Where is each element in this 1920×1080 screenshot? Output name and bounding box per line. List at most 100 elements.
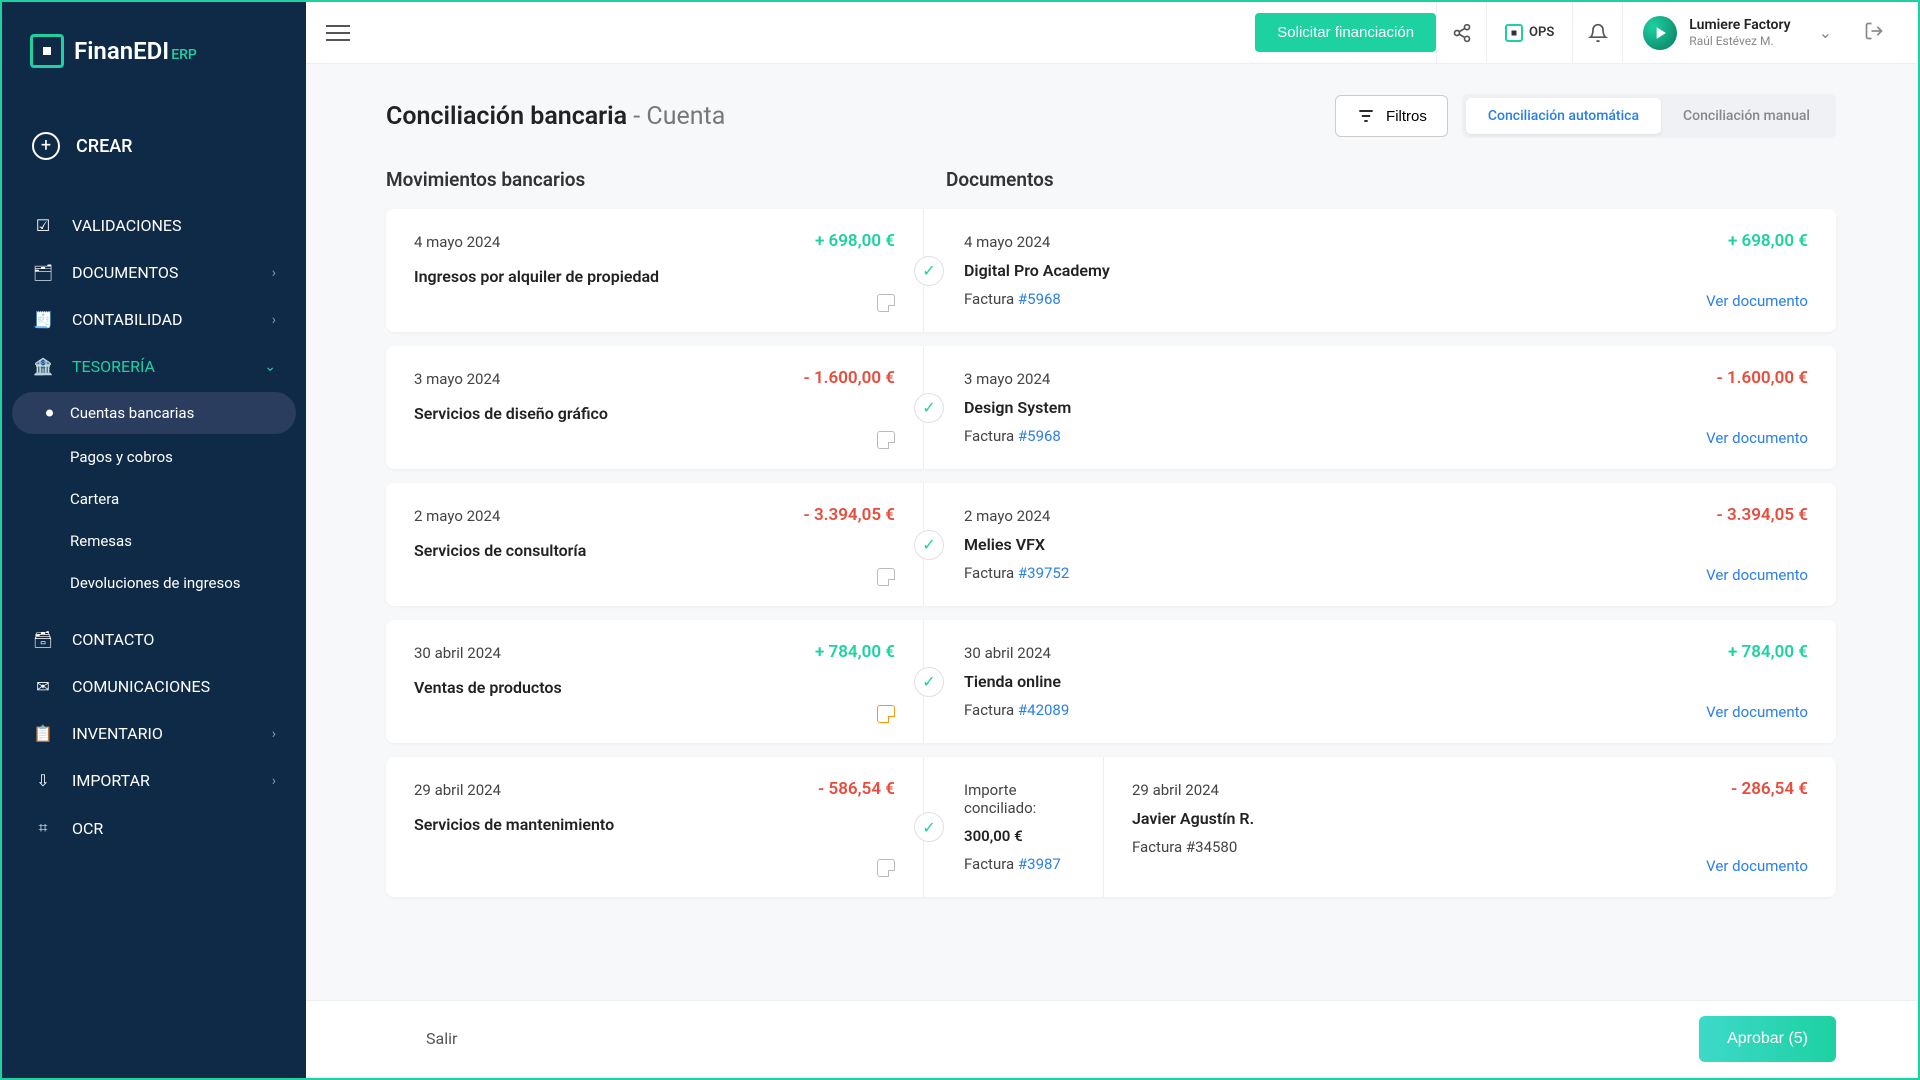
document-invoice: Factura #5968 [964,290,1808,308]
nav-contacto[interactable]: 🗃 CONTACTO [2,616,306,663]
document-vendor: Tienda online [964,672,1808,691]
note-icon[interactable] [877,859,895,877]
document-cell: 30 abril 2024 Tienda online Factura #420… [924,620,1836,743]
document-amount: + 784,00 € [1728,642,1808,662]
nav-validaciones[interactable]: ☑ VALIDACIONES [2,202,306,249]
match-check-icon[interactable]: ✓ [914,530,944,560]
document-invoice: Factura #3987 [964,855,1085,873]
nav-ocr[interactable]: ⌗ OCR [2,804,306,852]
sub-cartera[interactable]: Cartera [2,478,306,520]
toggle-manual[interactable]: Conciliación manual [1661,98,1832,134]
nav-comunicaciones[interactable]: ✉ COMUNICACIONES [2,663,306,710]
avatar-icon [1643,16,1677,50]
reconciliation-row[interactable]: 4 mayo 2024 Ingresos por alquiler de pro… [386,209,1836,332]
movement-amount: - 586,54 € [818,779,895,799]
document-cell: 4 mayo 2024 Digital Pro Academy Factura … [924,209,1836,332]
approve-button[interactable]: Aprobar (5) [1699,1016,1836,1062]
ocr-icon: ⌗ [32,818,54,838]
nav-tesoreria[interactable]: 🏦 TESORERÍA ⌄ [2,343,306,390]
notifications-icon[interactable] [1572,2,1622,64]
share-icon[interactable] [1436,2,1486,64]
document-vendor: Design System [964,398,1808,417]
accounting-icon: 🧾 [32,310,54,329]
sub-devoluciones[interactable]: Devoluciones de ingresos [2,562,306,604]
chevron-right-icon: › [272,726,276,742]
plus-icon: + [32,132,60,160]
document-cell: 3 mayo 2024 Design System Factura #5968 … [924,346,1836,469]
footer-bar: Salir Aprobar (5) [306,1000,1916,1076]
nav-documentos[interactable]: 🗂 DOCUMENTOS › [2,249,306,296]
bank-icon: 🏦 [32,357,54,376]
reconciliation-row[interactable]: 3 mayo 2024 Servicios de diseño gráfico … [386,346,1836,469]
movement-amount: + 784,00 € [815,642,895,662]
logo-text: FinanEDI [74,37,169,65]
nav-contabilidad[interactable]: 🧾 CONTABILIDAD › [2,296,306,343]
view-document-link[interactable]: Ver documento [1706,857,1808,875]
user-menu[interactable]: Lumiere Factory Raúl Estévez M. ⌄ [1622,2,1852,64]
note-icon[interactable] [877,705,895,723]
movement-cell: 29 abril 2024 Servicios de mantenimiento… [386,757,924,897]
document-vendor: Melies VFX [964,535,1808,554]
movement-description: Servicios de consultoría [414,541,895,560]
document-date: 4 mayo 2024 [964,233,1808,251]
nav-inventario[interactable]: 📋 INVENTARIO › [2,710,306,757]
logo[interactable]: FinanEDIERP [2,26,306,96]
chevron-down-icon: ⌄ [1819,23,1832,42]
create-label: CREAR [76,136,133,157]
invoice-link[interactable]: #5968 [1018,427,1061,445]
import-icon: ⇩ [32,771,54,790]
toggle-auto[interactable]: Conciliación automática [1466,98,1661,134]
reconciliation-row[interactable]: 2 mayo 2024 Servicios de consultoría - 3… [386,483,1836,606]
document-invoice: Factura #39752 [964,564,1808,582]
document-invoice-plain: Factura #34580 [1132,838,1808,856]
view-document-link[interactable]: Ver documento [1706,292,1808,310]
invoice-link[interactable]: #39752 [1018,564,1069,582]
page-header: Conciliación bancaria - Cuenta Filtros C… [386,94,1836,138]
movement-cell: 2 mayo 2024 Servicios de consultoría - 3… [386,483,924,606]
reconciliation-row[interactable]: 29 abril 2024 Servicios de mantenimiento… [386,757,1836,897]
match-check-icon[interactable]: ✓ [914,256,944,286]
document-amount: - 3.394,05 € [1717,505,1809,525]
sub-remesas[interactable]: Remesas [2,520,306,562]
reconciled-amount-cell: Importe conciliado: 300,00 € Factura #39… [924,757,1104,897]
movement-amount: - 3.394,05 € [804,505,896,525]
view-document-link[interactable]: Ver documento [1706,703,1808,721]
movement-description: Ingresos por alquiler de propiedad [414,267,895,286]
logout-icon[interactable] [1852,21,1896,45]
sub-pagos-cobros[interactable]: Pagos y cobros [2,436,306,478]
document-vendor: Javier Agustín R. [1132,809,1808,828]
match-check-icon[interactable]: ✓ [914,667,944,697]
clipboard-icon: 📋 [32,724,54,743]
invoice-link[interactable]: #42089 [1018,701,1069,719]
movement-amount: + 698,00 € [815,231,895,251]
movement-description: Servicios de diseño gráfico [414,404,895,423]
sub-cuentas-bancarias[interactable]: Cuentas bancarias [12,392,296,434]
note-icon[interactable] [877,568,895,586]
chevron-right-icon: › [272,312,276,328]
chevron-right-icon: › [272,773,276,789]
note-icon[interactable] [877,431,895,449]
view-document-link[interactable]: Ver documento [1706,429,1808,447]
note-icon[interactable] [877,294,895,312]
document-date: 2 mayo 2024 [964,507,1808,525]
menu-toggle-button[interactable] [326,20,350,46]
match-check-icon[interactable]: ✓ [914,812,944,842]
movement-cell: 3 mayo 2024 Servicios de diseño gráfico … [386,346,924,469]
ops-button[interactable]: OPS [1486,2,1572,64]
reconciliation-row[interactable]: 30 abril 2024 Ventas de productos + 784,… [386,620,1836,743]
match-check-icon[interactable]: ✓ [914,393,944,423]
exit-link[interactable]: Salir [426,1029,457,1048]
movement-cell: 30 abril 2024 Ventas de productos + 784,… [386,620,924,743]
invoice-link[interactable]: #3987 [1018,855,1061,873]
filters-button[interactable]: Filtros [1335,95,1448,137]
create-button[interactable]: + CREAR [2,114,306,178]
request-finance-button[interactable]: Solicitar financiación [1255,13,1436,52]
logo-icon [30,34,64,68]
invoice-link[interactable]: #5968 [1018,290,1061,308]
reconciled-label: Importe conciliado: [964,781,1085,817]
col-header-documents: Documentos [946,168,1054,191]
nav-importar[interactable]: ⇩ IMPORTAR › [2,757,306,804]
view-document-link[interactable]: Ver documento [1706,566,1808,584]
movement-description: Ventas de productos [414,678,895,697]
document-split-cell: Importe conciliado: 300,00 € Factura #39… [924,757,1836,897]
